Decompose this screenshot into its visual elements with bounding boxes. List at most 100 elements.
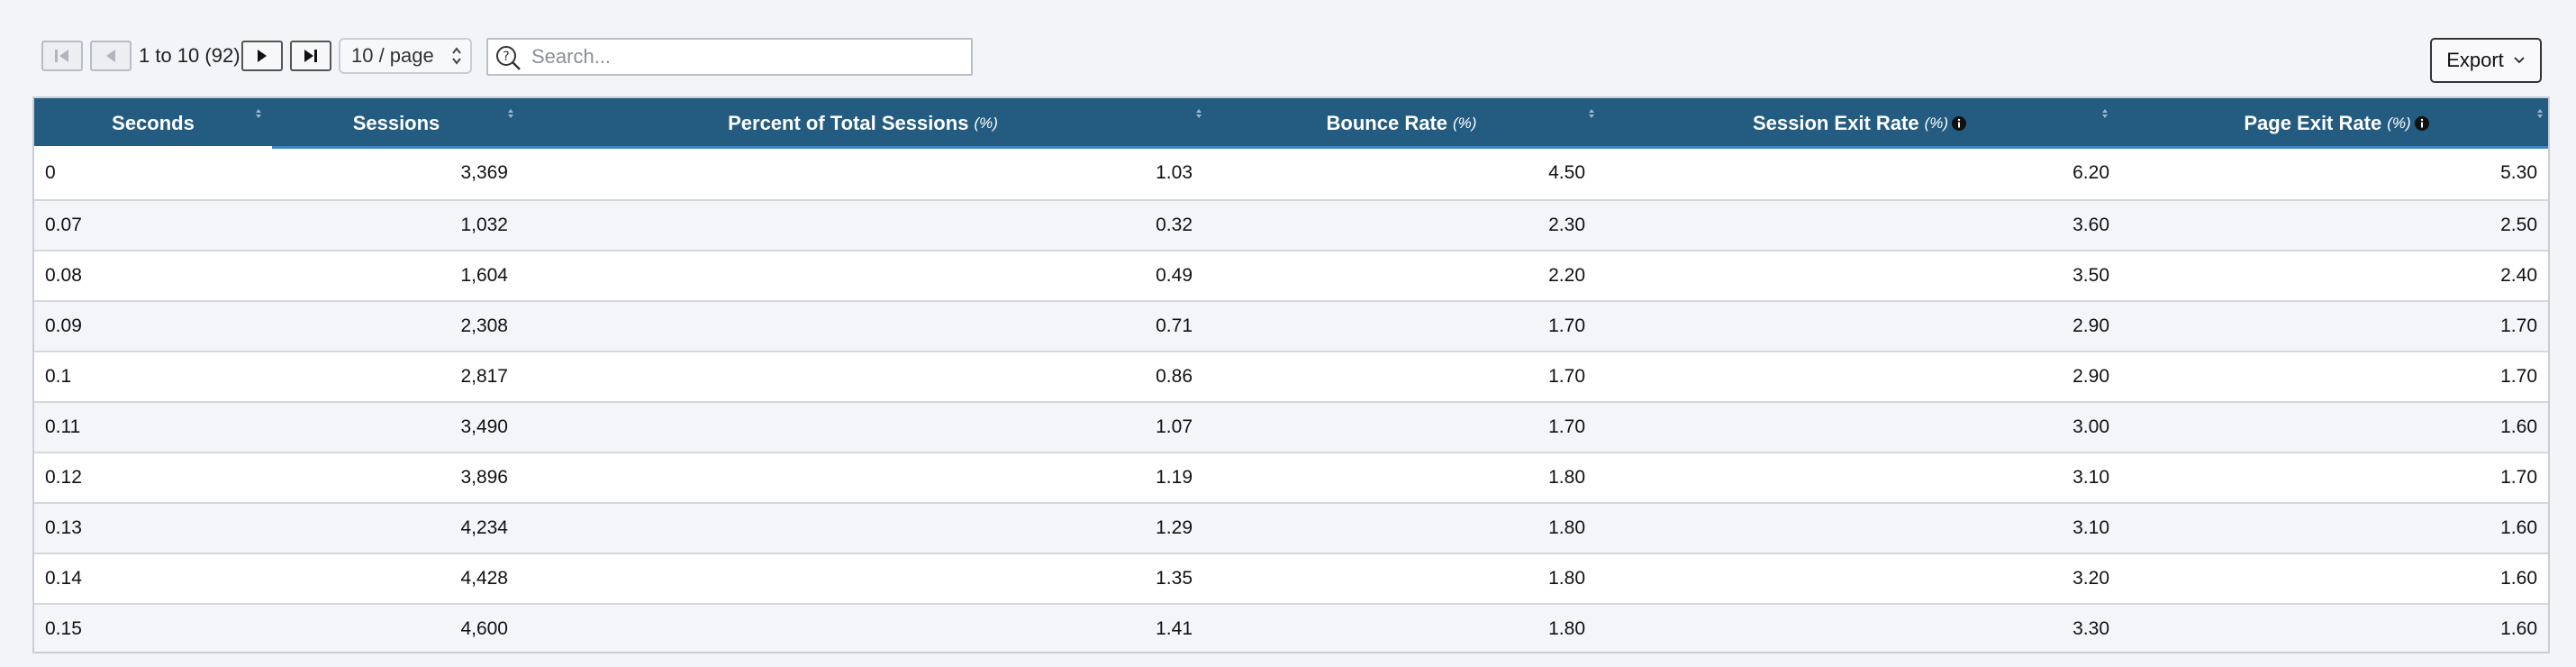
table-row[interactable]: 0 3,369 1.03 4.50 6.20 5.30 [34, 149, 2548, 199]
cell-session-exit-rate: 3.20 [2073, 568, 2109, 589]
export-label: Export [2446, 49, 2504, 71]
cell-session-exit-rate: 3.10 [2073, 517, 2109, 538]
cell-seconds: 0 [45, 162, 56, 183]
cell-page-exit-rate: 1.70 [2500, 366, 2537, 387]
cell-page-exit-rate: 1.70 [2500, 467, 2537, 488]
column-header-session-exit-rate[interactable]: Session Exit Rate (%) [1598, 98, 2122, 149]
table-row[interactable]: 0.11 3,490 1.07 1.70 3.00 1.60 [34, 401, 2548, 452]
cell-session-exit-rate: 3.30 [2073, 618, 2109, 639]
cell-session-exit-rate: 3.10 [2073, 467, 2109, 488]
sort-icon [2102, 109, 2108, 118]
cell-percent-total: 0.71 [1156, 315, 1193, 336]
sort-icon [508, 109, 513, 118]
column-header-bounce-rate[interactable]: Bounce Rate (%) [1205, 98, 1598, 149]
cell-sessions: 3,490 [460, 416, 508, 437]
cell-percent-total: 1.41 [1156, 618, 1193, 639]
cell-bounce-rate: 1.70 [1548, 366, 1585, 387]
export-button[interactable]: Export [2430, 38, 2542, 83]
cell-session-exit-rate: 3.50 [2073, 265, 2109, 286]
cell-session-exit-rate: 2.90 [2073, 366, 2109, 387]
next-page-icon [258, 50, 267, 62]
cell-bounce-rate: 1.80 [1548, 467, 1585, 488]
cell-bounce-rate: 1.80 [1548, 618, 1585, 639]
cell-page-exit-rate: 1.70 [2500, 315, 2537, 336]
chevron-down-icon [2514, 57, 2525, 64]
table-body: 0 3,369 1.03 4.50 6.20 5.30 0.07 1,032 0… [34, 149, 2548, 652]
cell-session-exit-rate: 3.00 [2073, 416, 2109, 437]
search-input[interactable]: ? Search... [486, 38, 973, 76]
table-row[interactable]: 0.13 4,234 1.29 1.80 3.10 1.60 [34, 502, 2548, 553]
sort-icon [256, 109, 261, 118]
column-header-seconds[interactable]: Seconds [34, 98, 272, 149]
table-row[interactable]: 0.07 1,032 0.32 2.30 3.60 2.50 [34, 199, 2548, 250]
page-range-text: 1 to 10 (92) [139, 44, 240, 67]
cell-percent-total: 1.19 [1156, 467, 1193, 488]
sort-icon [1196, 109, 1202, 118]
cell-percent-total: 0.49 [1156, 265, 1193, 286]
cell-seconds: 0.07 [45, 215, 82, 235]
cell-sessions: 4,600 [460, 618, 508, 639]
sort-icon [2537, 109, 2543, 118]
cell-sessions: 1,032 [460, 215, 508, 235]
cell-sessions: 4,234 [460, 517, 508, 538]
table-row[interactable]: 0.14 4,428 1.35 1.80 3.20 1.60 [34, 553, 2548, 603]
table-row[interactable]: 0.12 3,896 1.19 1.80 3.10 1.70 [34, 452, 2548, 502]
cell-sessions: 1,604 [460, 265, 508, 286]
cell-sessions: 2,817 [460, 366, 508, 387]
first-page-icon [55, 50, 68, 62]
cell-session-exit-rate: 2.90 [2073, 315, 2109, 336]
cell-seconds: 0.15 [45, 618, 82, 639]
cell-seconds: 0.09 [45, 315, 82, 336]
first-page-button[interactable] [41, 41, 83, 71]
cell-page-exit-rate: 1.60 [2500, 416, 2537, 437]
column-header-page-exit-rate[interactable]: Page Exit Rate (%) [2122, 98, 2548, 149]
cell-bounce-rate: 4.50 [1548, 162, 1585, 183]
table-row[interactable]: 0.1 2,817 0.86 1.70 2.90 1.70 [34, 351, 2548, 401]
next-page-button[interactable] [241, 41, 283, 71]
table-toolbar: 1 to 10 (92) 10 / page ? Search... Expor… [0, 0, 2576, 94]
cell-session-exit-rate: 3.60 [2073, 215, 2109, 235]
cell-seconds: 0.11 [45, 416, 81, 437]
prev-page-icon [106, 50, 115, 62]
cell-sessions: 4,428 [460, 568, 508, 589]
search-help-icon: ? [496, 46, 521, 70]
cell-sessions: 3,369 [460, 162, 508, 183]
cell-percent-total: 1.35 [1156, 568, 1193, 589]
cell-seconds: 0.1 [45, 366, 72, 387]
cell-percent-total: 1.03 [1156, 162, 1193, 183]
column-header-percent-total-sessions[interactable]: Percent of Total Sessions (%) [521, 98, 1205, 149]
cell-session-exit-rate: 6.20 [2073, 162, 2109, 183]
cell-seconds: 0.08 [45, 265, 82, 286]
last-page-icon [304, 50, 317, 62]
data-table: Seconds Sessions Percent of Total Sessio… [32, 96, 2550, 653]
cell-page-exit-rate: 2.50 [2500, 215, 2537, 235]
cell-page-exit-rate: 1.60 [2500, 568, 2537, 589]
column-header-sessions[interactable]: Sessions [272, 98, 521, 149]
cell-bounce-rate: 1.80 [1548, 517, 1585, 538]
page-size-value: 10 / page [351, 44, 434, 67]
prev-page-button[interactable] [90, 41, 132, 71]
search-placeholder: Search... [531, 45, 612, 68]
cell-sessions: 3,896 [460, 467, 508, 488]
cell-bounce-rate: 1.80 [1548, 568, 1585, 589]
cell-seconds: 0.13 [45, 517, 82, 538]
table-header: Seconds Sessions Percent of Total Sessio… [34, 98, 2548, 149]
cell-percent-total: 0.86 [1156, 366, 1193, 387]
cell-percent-total: 0.32 [1156, 215, 1193, 235]
cell-seconds: 0.14 [45, 568, 82, 589]
info-icon[interactable] [2414, 115, 2430, 132]
cell-percent-total: 1.29 [1156, 517, 1193, 538]
page-size-select[interactable]: 10 / page [339, 38, 472, 74]
select-chevron-icon [452, 47, 461, 65]
table-row[interactable]: 0.15 4,600 1.41 1.80 3.30 1.60 [34, 603, 2548, 652]
cell-bounce-rate: 2.20 [1548, 265, 1585, 286]
table-row[interactable]: 0.08 1,604 0.49 2.20 3.50 2.40 [34, 250, 2548, 300]
cell-sessions: 2,308 [460, 315, 508, 336]
cell-percent-total: 1.07 [1156, 416, 1193, 437]
cell-page-exit-rate: 5.30 [2500, 162, 2537, 183]
cell-bounce-rate: 1.70 [1548, 416, 1585, 437]
info-icon[interactable] [1951, 115, 1967, 132]
table-row[interactable]: 0.09 2,308 0.71 1.70 2.90 1.70 [34, 300, 2548, 351]
last-page-button[interactable] [290, 41, 331, 71]
cell-bounce-rate: 2.30 [1548, 215, 1585, 235]
